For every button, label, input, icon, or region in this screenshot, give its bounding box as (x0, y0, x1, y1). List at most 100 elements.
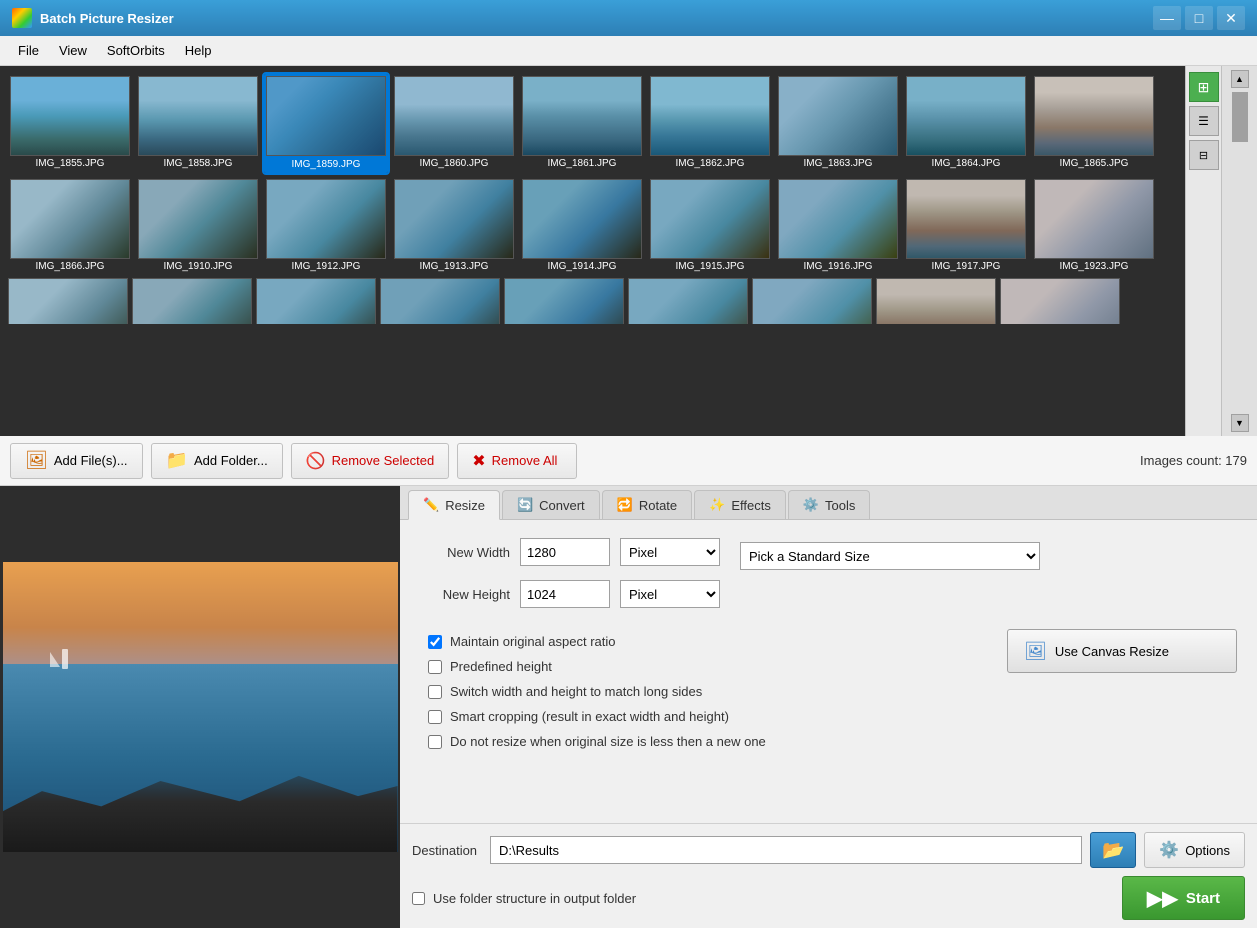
folder-structure-row: Use folder structure in output folder (412, 891, 636, 906)
scroll-down-button[interactable]: ▼ (1231, 414, 1249, 432)
switch-sides-label[interactable]: Switch width and height to match long si… (450, 684, 702, 699)
thumbnail-item[interactable]: IMG_1917.JPG (904, 177, 1028, 274)
tab-effects[interactable]: ✨ Effects (694, 490, 786, 519)
maximize-button[interactable]: □ (1185, 6, 1213, 30)
menu-help[interactable]: Help (175, 39, 222, 62)
destination-bar: Destination 📂 ⚙️ Options Use folder stru… (400, 823, 1257, 928)
add-folder-button[interactable]: 📁 Add Folder... (151, 443, 283, 479)
remove-selected-icon: 🚫 (306, 451, 326, 471)
thumbnail-item[interactable]: IMG_1910.JPG (136, 177, 260, 274)
thumbnail-item[interactable]: IMG_1864.JPG (904, 74, 1028, 173)
thumbnail-item[interactable]: IMG_1858.JPG (136, 74, 260, 173)
width-input[interactable] (520, 538, 610, 566)
thumbnail-label: IMG_1910.JPG (138, 261, 258, 272)
folder-structure-checkbox[interactable] (412, 892, 425, 905)
predefined-height-checkbox[interactable] (428, 660, 442, 674)
scroll-up-button[interactable]: ▲ (1231, 70, 1249, 88)
thumbnail-item[interactable]: IMG_1861.JPG (520, 74, 644, 173)
browse-destination-button[interactable]: 📂 (1090, 832, 1136, 868)
thumbnail-image (394, 76, 514, 156)
rotate-tab-icon: 🔁 (617, 497, 633, 513)
maintain-aspect-checkbox[interactable] (428, 635, 442, 649)
height-unit-select[interactable]: Pixel Percent Inch cm (620, 580, 720, 608)
canvas-resize-button[interactable]: 🖼 Use Canvas Resize (1007, 629, 1237, 673)
folder-structure-label[interactable]: Use folder structure in output folder (433, 891, 636, 906)
thumbnail-item-partial[interactable] (256, 278, 376, 324)
thumbnail-item-partial[interactable] (752, 278, 872, 324)
thumbnail-item[interactable]: IMG_1859.JPG (264, 74, 388, 173)
height-input[interactable] (520, 580, 610, 608)
thumbnail-image (266, 179, 386, 259)
thumbnail-item[interactable]: IMG_1915.JPG (648, 177, 772, 274)
thumbnail-item[interactable]: IMG_1866.JPG (8, 177, 132, 274)
thumbnail-item[interactable]: IMG_1912.JPG (264, 177, 388, 274)
switch-sides-row: Switch width and height to match long si… (420, 684, 766, 699)
gallery-area: IMG_1855.JPGIMG_1858.JPGIMG_1859.JPGIMG_… (0, 66, 1257, 436)
thumbnail-item[interactable]: IMG_1913.JPG (392, 177, 516, 274)
thumbnail-label: IMG_1864.JPG (906, 158, 1026, 169)
menu-softorbits[interactable]: SoftOrbits (97, 39, 175, 62)
add-files-icon: 🖼 (25, 450, 48, 471)
resize-tab-icon: ✏️ (423, 497, 439, 513)
thumbnail-image-partial (628, 278, 748, 324)
switch-sides-checkbox[interactable] (428, 685, 442, 699)
start-label: Start (1186, 890, 1220, 907)
minimize-button[interactable]: — (1153, 6, 1181, 30)
start-button[interactable]: ▶▶ Start (1122, 876, 1245, 920)
remove-all-button[interactable]: ✖ Remove All (457, 443, 577, 479)
thumbnail-image (10, 179, 130, 259)
smart-crop-checkbox[interactable] (428, 710, 442, 724)
thumbnail-label: IMG_1866.JPG (10, 261, 130, 272)
thumbnail-item[interactable]: IMG_1860.JPG (392, 74, 516, 173)
remove-selected-button[interactable]: 🚫 Remove Selected (291, 443, 450, 479)
tools-tab-label: Tools (825, 498, 855, 513)
thumbnail-item[interactable]: IMG_1916.JPG (776, 177, 900, 274)
list-view-button[interactable]: ☰ (1189, 106, 1219, 136)
tab-convert[interactable]: 🔄 Convert (502, 490, 600, 519)
no-upscale-label[interactable]: Do not resize when original size is less… (450, 734, 766, 749)
standard-size-select[interactable]: Pick a Standard Size (740, 542, 1040, 570)
thumbnail-item-partial[interactable] (1000, 278, 1120, 324)
destination-input[interactable] (490, 836, 1082, 864)
width-unit-select[interactable]: Pixel Percent Inch cm (620, 538, 720, 566)
menu-bar: File View SoftOrbits Help (0, 36, 1257, 66)
grid-view-button[interactable]: ⊟ (1189, 140, 1219, 170)
thumbnail-item[interactable]: IMG_1923.JPG (1032, 177, 1156, 274)
thumbnail-item[interactable]: IMG_1862.JPG (648, 74, 772, 173)
thumbnail-image-partial (8, 278, 128, 324)
thumbnail-item[interactable]: IMG_1865.JPG (1032, 74, 1156, 173)
thumbnail-item-partial[interactable] (876, 278, 996, 324)
thumbnail-label: IMG_1865.JPG (1034, 158, 1154, 169)
thumbnail-image (10, 76, 130, 156)
thumbnail-item[interactable]: IMG_1863.JPG (776, 74, 900, 173)
height-row: New Height Pixel Percent Inch cm (420, 580, 720, 608)
maintain-aspect-label[interactable]: Maintain original aspect ratio (450, 634, 615, 649)
thumbnail-item-partial[interactable] (628, 278, 748, 324)
thumbnail-view-button[interactable]: ⊞ (1189, 72, 1219, 102)
thumbnail-item-partial[interactable] (504, 278, 624, 324)
tab-tools[interactable]: ⚙️ Tools (788, 490, 871, 519)
menu-view[interactable]: View (49, 39, 97, 62)
thumbnail-item[interactable]: IMG_1855.JPG (8, 74, 132, 173)
thumbnail-item-partial[interactable] (380, 278, 500, 324)
no-upscale-checkbox[interactable] (428, 735, 442, 749)
bottom-panel: ✏️ Resize 🔄 Convert 🔁 Rotate ✨ Effects ⚙… (0, 486, 1257, 928)
convert-tab-label: Convert (539, 498, 585, 513)
settings-panel: ✏️ Resize 🔄 Convert 🔁 Rotate ✨ Effects ⚙… (400, 486, 1257, 928)
options-button[interactable]: ⚙️ Options (1144, 832, 1245, 868)
close-button[interactable]: ✕ (1217, 6, 1245, 30)
tab-rotate[interactable]: 🔁 Rotate (602, 490, 693, 519)
predefined-height-row: Predefined height (420, 659, 766, 674)
menu-file[interactable]: File (8, 39, 49, 62)
smart-crop-label[interactable]: Smart cropping (result in exact width an… (450, 709, 729, 724)
gallery-row-3 (8, 278, 1195, 324)
tab-resize[interactable]: ✏️ Resize (408, 490, 500, 520)
add-files-button[interactable]: 🖼 Add File(s)... (10, 443, 143, 479)
thumbnail-item-partial[interactable] (132, 278, 252, 324)
thumbnail-item[interactable]: IMG_1914.JPG (520, 177, 644, 274)
effects-tab-label: Effects (731, 498, 771, 513)
thumbnail-item-partial[interactable] (8, 278, 128, 324)
resize-tab-label: Resize (445, 498, 485, 513)
predefined-height-label[interactable]: Predefined height (450, 659, 552, 674)
add-folder-label: Add Folder... (194, 453, 268, 468)
